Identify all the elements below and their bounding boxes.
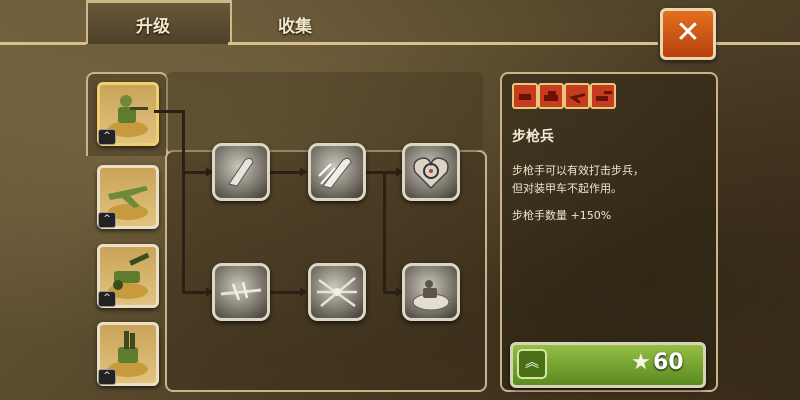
close-button[interactable]: ✕ xyxy=(660,8,716,60)
level-up-icon: ^ xyxy=(98,212,116,228)
unit-card-antiair[interactable]: ^ xyxy=(97,322,159,386)
tree-connector xyxy=(383,171,386,293)
upgrade-button[interactable]: ︽ ★ 60 xyxy=(510,342,706,388)
tab-bar-divider xyxy=(0,42,86,45)
fast-bullet-icon xyxy=(318,157,352,189)
star-icon: ★ xyxy=(631,350,651,375)
unit-type-badge xyxy=(564,83,590,109)
tab-bar-divider xyxy=(228,42,658,45)
tree-arrow xyxy=(300,287,307,297)
tangled-wire-icon xyxy=(317,277,357,308)
infantry-icon xyxy=(519,94,531,100)
tab-upgrade-label: 升级 xyxy=(136,17,170,37)
tree-connector xyxy=(268,291,304,294)
unit-card-rifleman[interactable]: ^ xyxy=(97,82,159,146)
tree-connector xyxy=(154,110,184,113)
level-up-icon: ^ xyxy=(98,291,116,307)
tree-connector xyxy=(364,171,400,174)
barbed-wire-icon xyxy=(220,281,262,301)
unit-type-badge xyxy=(590,83,616,109)
upgrade-heart-target[interactable] xyxy=(402,143,460,201)
tab-collect[interactable]: 收集 xyxy=(278,12,312,37)
bullet-icon xyxy=(228,157,254,187)
level-up-icon: ^ xyxy=(98,129,116,145)
level-up-icon: ^ xyxy=(98,369,116,385)
unit-type-badge xyxy=(538,83,564,109)
upgrade-cost: 60 xyxy=(653,350,684,375)
heart-target-icon xyxy=(413,157,449,190)
unit-type-badge xyxy=(512,83,538,109)
unit-bonus-text: 步枪手数量 +150% xyxy=(512,209,612,222)
tree-connector xyxy=(268,171,304,174)
upgrade-soldier-bunker[interactable] xyxy=(402,263,460,321)
close-icon: ✕ xyxy=(675,15,701,50)
soldier-bunker-icon xyxy=(412,280,450,311)
upgrade-tangled-wire[interactable] xyxy=(308,263,366,321)
unit-card-cannon[interactable]: ^ xyxy=(97,244,159,308)
unit-description-line2: 但对装甲车不起作用。 xyxy=(512,182,622,195)
tree-arrow xyxy=(300,167,307,177)
upgrade-bullet[interactable] xyxy=(212,143,270,201)
tab-bar-divider xyxy=(712,42,800,45)
upgrade-tree-top xyxy=(165,72,483,152)
upgrade-fast-bullet[interactable] xyxy=(308,143,366,201)
artillery-icon xyxy=(596,91,612,101)
unit-card-plane[interactable]: ^ xyxy=(97,165,159,229)
upgrade-barbed-wire[interactable] xyxy=(212,263,270,321)
unit-title: 步枪兵 xyxy=(512,129,554,145)
unit-description-line1: 步枪手可以有效打击步兵， xyxy=(512,164,644,177)
plane-type-icon xyxy=(569,93,585,103)
rank-chevron-icon: ︽ xyxy=(517,349,547,379)
tank-icon xyxy=(544,91,558,101)
tree-connector xyxy=(182,110,185,293)
